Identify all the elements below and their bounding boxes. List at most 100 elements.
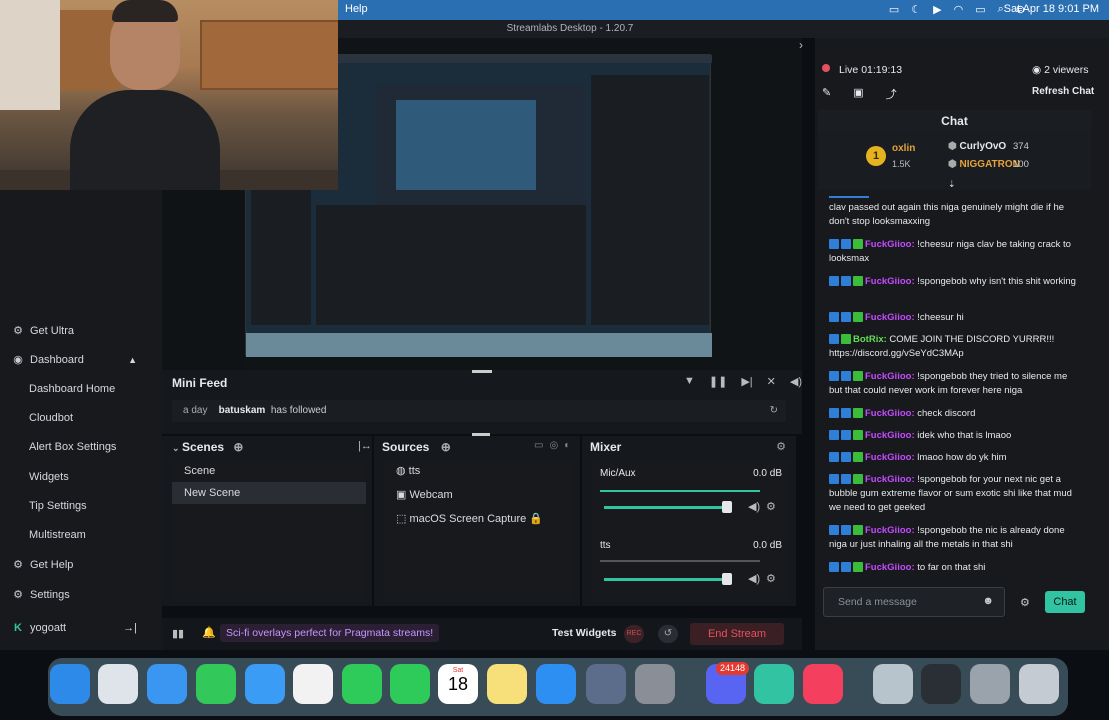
edit-icon[interactable]: ✎ [822,86,831,102]
moon-icon[interactable]: ☾ [911,3,921,16]
simulator-icon[interactable] [586,664,626,704]
chat-input[interactable]: Send a message ☻ [823,587,1005,617]
add-source-icon[interactable]: ⊕ [441,440,451,454]
sidebar-user[interactable]: Kyogoatt →| [12,622,137,634]
globe-icon: ◍ [396,465,409,477]
source-options-icon[interactable]: ▭ [534,440,543,451]
calendar-icon[interactable]: Sat 18 [438,664,478,704]
chevron-up-icon[interactable]: ▲ [128,355,137,365]
sidebar-item-get-help[interactable]: ⚙ Get Help [12,558,73,572]
play-icon[interactable]: ▶ [933,3,941,16]
sidebar-item-multistream[interactable]: Multistream [29,529,86,541]
app-store-icon[interactable] [536,664,576,704]
sidebar-item-settings[interactable]: ⚙ Settings [12,588,70,602]
battery-icon[interactable]: ▭ [975,3,985,16]
notification-icon[interactable]: 🔔 [202,626,216,639]
music-folder-icon[interactable] [873,664,913,704]
sidebar-item-get-ultra[interactable]: ⚙ Get Ultra [12,324,74,338]
volume-slider-handle[interactable] [722,573,732,585]
logout-icon[interactable]: →| [123,622,137,634]
sidebar-item-cloudbot[interactable]: Cloudbot [29,412,73,424]
chat-message: FuckGiioo: check discord [829,407,1079,421]
sources-title: Sources ⊕ [382,440,451,454]
widget-icon[interactable]: ▣ [853,86,863,102]
test-widgets-button[interactable]: Test Widgets [552,627,616,639]
wifi-icon[interactable]: ◠ [954,3,964,16]
top-supporters: 1 oxlin 1.5K ⬢ CurlyOvO 374 ⬢ NIGGATRON … [818,132,1091,190]
discord-badge: 24148 [716,662,750,675]
sidebar-item-widgets[interactable]: Widgets [29,471,69,483]
refresh-chat-button[interactable]: Refresh Chat [1032,86,1094,97]
volume-icon[interactable]: ◀) [790,375,802,388]
recent-window-icon[interactable] [921,664,961,704]
phone-icon[interactable] [390,664,430,704]
mixer-title: Mixer [590,440,622,454]
replay-buffer-icon[interactable]: ↺ [658,625,678,643]
eye-icon: ◉ [1032,64,1045,76]
mini-feed-controls: ▼ ❚❚ ▶| ✕ ◀) [684,375,802,388]
replay-icon[interactable]: ↻ [770,400,778,422]
volume-slider-handle[interactable] [722,501,732,513]
chat-message: FuckGiioo: !spongebob they tried to sile… [829,371,1068,396]
streamlabs-logo-icon: K [14,622,22,634]
channel-gear-icon[interactable]: ⚙ [766,572,776,585]
speaker-icon[interactable]: ◀) [748,500,760,513]
expand-chat-icon[interactable]: › [799,38,803,52]
launchpad-icon[interactable] [98,664,138,704]
channel-gear-icon[interactable]: ⚙ [766,500,776,513]
menubar-clock[interactable]: Sat Apr 18 9:01 PM [1004,3,1099,15]
sidebar-item-alert-box[interactable]: Alert Box Settings [29,441,116,453]
speaker-icon[interactable]: ◀) [748,572,760,585]
pause-icon[interactable]: ❚❚ [709,375,727,388]
source-item-tts[interactable]: ◍ tts [384,460,574,482]
filters-icon[interactable]: ◎ [549,440,558,451]
help-menu[interactable]: Help [345,3,368,15]
facetime-icon[interactable] [342,664,382,704]
skip-icon[interactable]: ▶| [741,375,752,388]
volume-slider[interactable] [604,506,728,509]
messages-icon[interactable] [196,664,236,704]
mute-alerts-icon[interactable]: ✕ [767,375,776,388]
bottom-bar: ▮▮ 🔔 Sci-fi overlays perfect for Pragmat… [162,618,802,650]
collapse-icon[interactable]: ⇣ [948,180,962,189]
sidebar-item-dashboard-home[interactable]: Dashboard Home [29,383,115,395]
live-dot-icon [822,64,830,72]
sidebar [0,190,162,650]
recent-screenshot-icon[interactable] [970,664,1010,704]
system-settings-icon[interactable] [635,664,675,704]
control-center-icon[interactable]: ▭ [889,3,899,16]
safari-icon[interactable] [147,664,187,704]
finder-icon[interactable] [50,664,90,704]
share-icon[interactable]: ⤴ [886,86,897,102]
notes-icon[interactable] [487,664,527,704]
send-chat-button[interactable]: Chat [1045,591,1085,613]
mini-feed: Mini Feed ▼ ❚❚ ▶| ✕ ◀) a day batuskam ha… [162,370,802,434]
stats-icon[interactable]: ▮▮ [172,627,184,640]
sidebar-item-dashboard[interactable]: ◉ Dashboard ▲ [12,353,137,367]
scene-item[interactable]: Scene [172,460,366,482]
chat-message: FuckGiioo: lmaoo how do yk him [829,451,1079,465]
filter-icon[interactable]: ▼ [684,375,695,388]
lock-icon[interactable]: 🔒 [529,513,543,525]
emoji-icon[interactable]: ☻ [982,595,994,607]
channel-name: Mic/Aux [600,468,636,479]
end-stream-button[interactable]: End Stream [690,623,784,645]
promo-banner[interactable]: Sci-fi overlays perfect for Pragmata str… [220,624,440,642]
music-icon[interactable] [803,664,843,704]
source-item-webcam[interactable]: ▣ Webcam [384,484,574,506]
chat-settings-icon[interactable]: ⚙ [1020,596,1030,609]
streamlabs-icon[interactable] [754,664,794,704]
trash-icon[interactable] [1019,664,1059,704]
mixer-settings-icon[interactable]: ◐ [564,440,570,451]
scene-item-selected[interactable]: New Scene [172,482,366,504]
chat-message: FuckGiioo: !spongebob the nic is already… [829,525,1065,550]
mixer-settings-gear-icon[interactable]: ⚙ [776,440,786,453]
volume-slider[interactable] [604,578,728,581]
transition-icon[interactable]: |↔ [358,440,372,452]
source-item-screen-capture[interactable]: ⬚ macOS Screen Capture 🔒 [384,508,574,530]
rec-button[interactable]: REC [624,625,644,643]
add-scene-icon[interactable]: ⊕ [233,440,243,454]
mail-icon[interactable] [245,664,285,704]
sidebar-item-tip-settings[interactable]: Tip Settings [29,500,87,512]
photos-icon[interactable] [293,664,333,704]
